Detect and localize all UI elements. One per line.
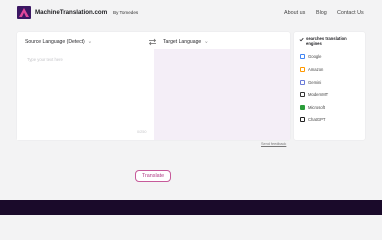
amazon-icon (300, 67, 305, 72)
engine-label: Amazon (308, 67, 324, 73)
engine-label: Microsoft (308, 105, 325, 111)
brand-subtitle: By Tomedes (113, 9, 139, 15)
header: MachineTranslation.com By Tomedes About … (0, 0, 382, 26)
swap-languages-icon[interactable] (148, 38, 157, 46)
chevron-down-icon: ⌄ (204, 39, 209, 45)
engines-title: searches translation engines (306, 36, 347, 47)
nav-contact-us[interactable]: Contact Us (337, 10, 364, 16)
target-language-label: Target Language (163, 39, 202, 45)
engine-modernmt[interactable]: ModernMT (300, 91, 360, 98)
brand-name[interactable]: MachineTranslation.com (35, 9, 107, 16)
chatgpt-icon (300, 117, 305, 122)
footer (0, 200, 382, 215)
source-text-input[interactable] (17, 49, 154, 140)
engine-gemini[interactable]: Gemini (300, 79, 360, 86)
engine-label: Gemini (308, 80, 322, 86)
engine-chatgpt[interactable]: ChatGPT (300, 116, 360, 123)
engine-microsoft[interactable]: Microsoft (300, 104, 360, 111)
engine-label: ChatGPT (308, 117, 326, 123)
check-icon (299, 37, 304, 41)
nav-blog[interactable]: Blog (316, 10, 327, 16)
modernmt-icon (300, 92, 305, 97)
source-language-label: Source Language (Detect) (25, 39, 85, 45)
engine-label: ModernMT (308, 92, 329, 98)
send-feedback-link[interactable]: Send feedback (261, 142, 286, 146)
source-language-select[interactable]: Source Language (Detect) ⌄ (25, 39, 92, 45)
engine-google[interactable]: Google (300, 53, 360, 60)
translate-button[interactable]: Translate (135, 170, 171, 182)
engine-amazon[interactable]: Amazon (300, 66, 360, 73)
engine-label: Google (308, 54, 322, 60)
gemini-icon (300, 80, 305, 85)
microsoft-icon (300, 105, 305, 110)
nav-about-us[interactable]: About us (284, 10, 305, 16)
google-icon (300, 54, 305, 59)
chevron-down-icon: ⌄ (87, 39, 92, 45)
target-text-output (154, 49, 290, 140)
engines-sidebar (294, 32, 365, 140)
character-count: 0/250 (137, 130, 147, 134)
logo-icon[interactable] (17, 6, 31, 19)
target-language-select[interactable]: Target Language ⌄ (163, 39, 208, 45)
source-placeholder: Type your text here (27, 57, 63, 62)
